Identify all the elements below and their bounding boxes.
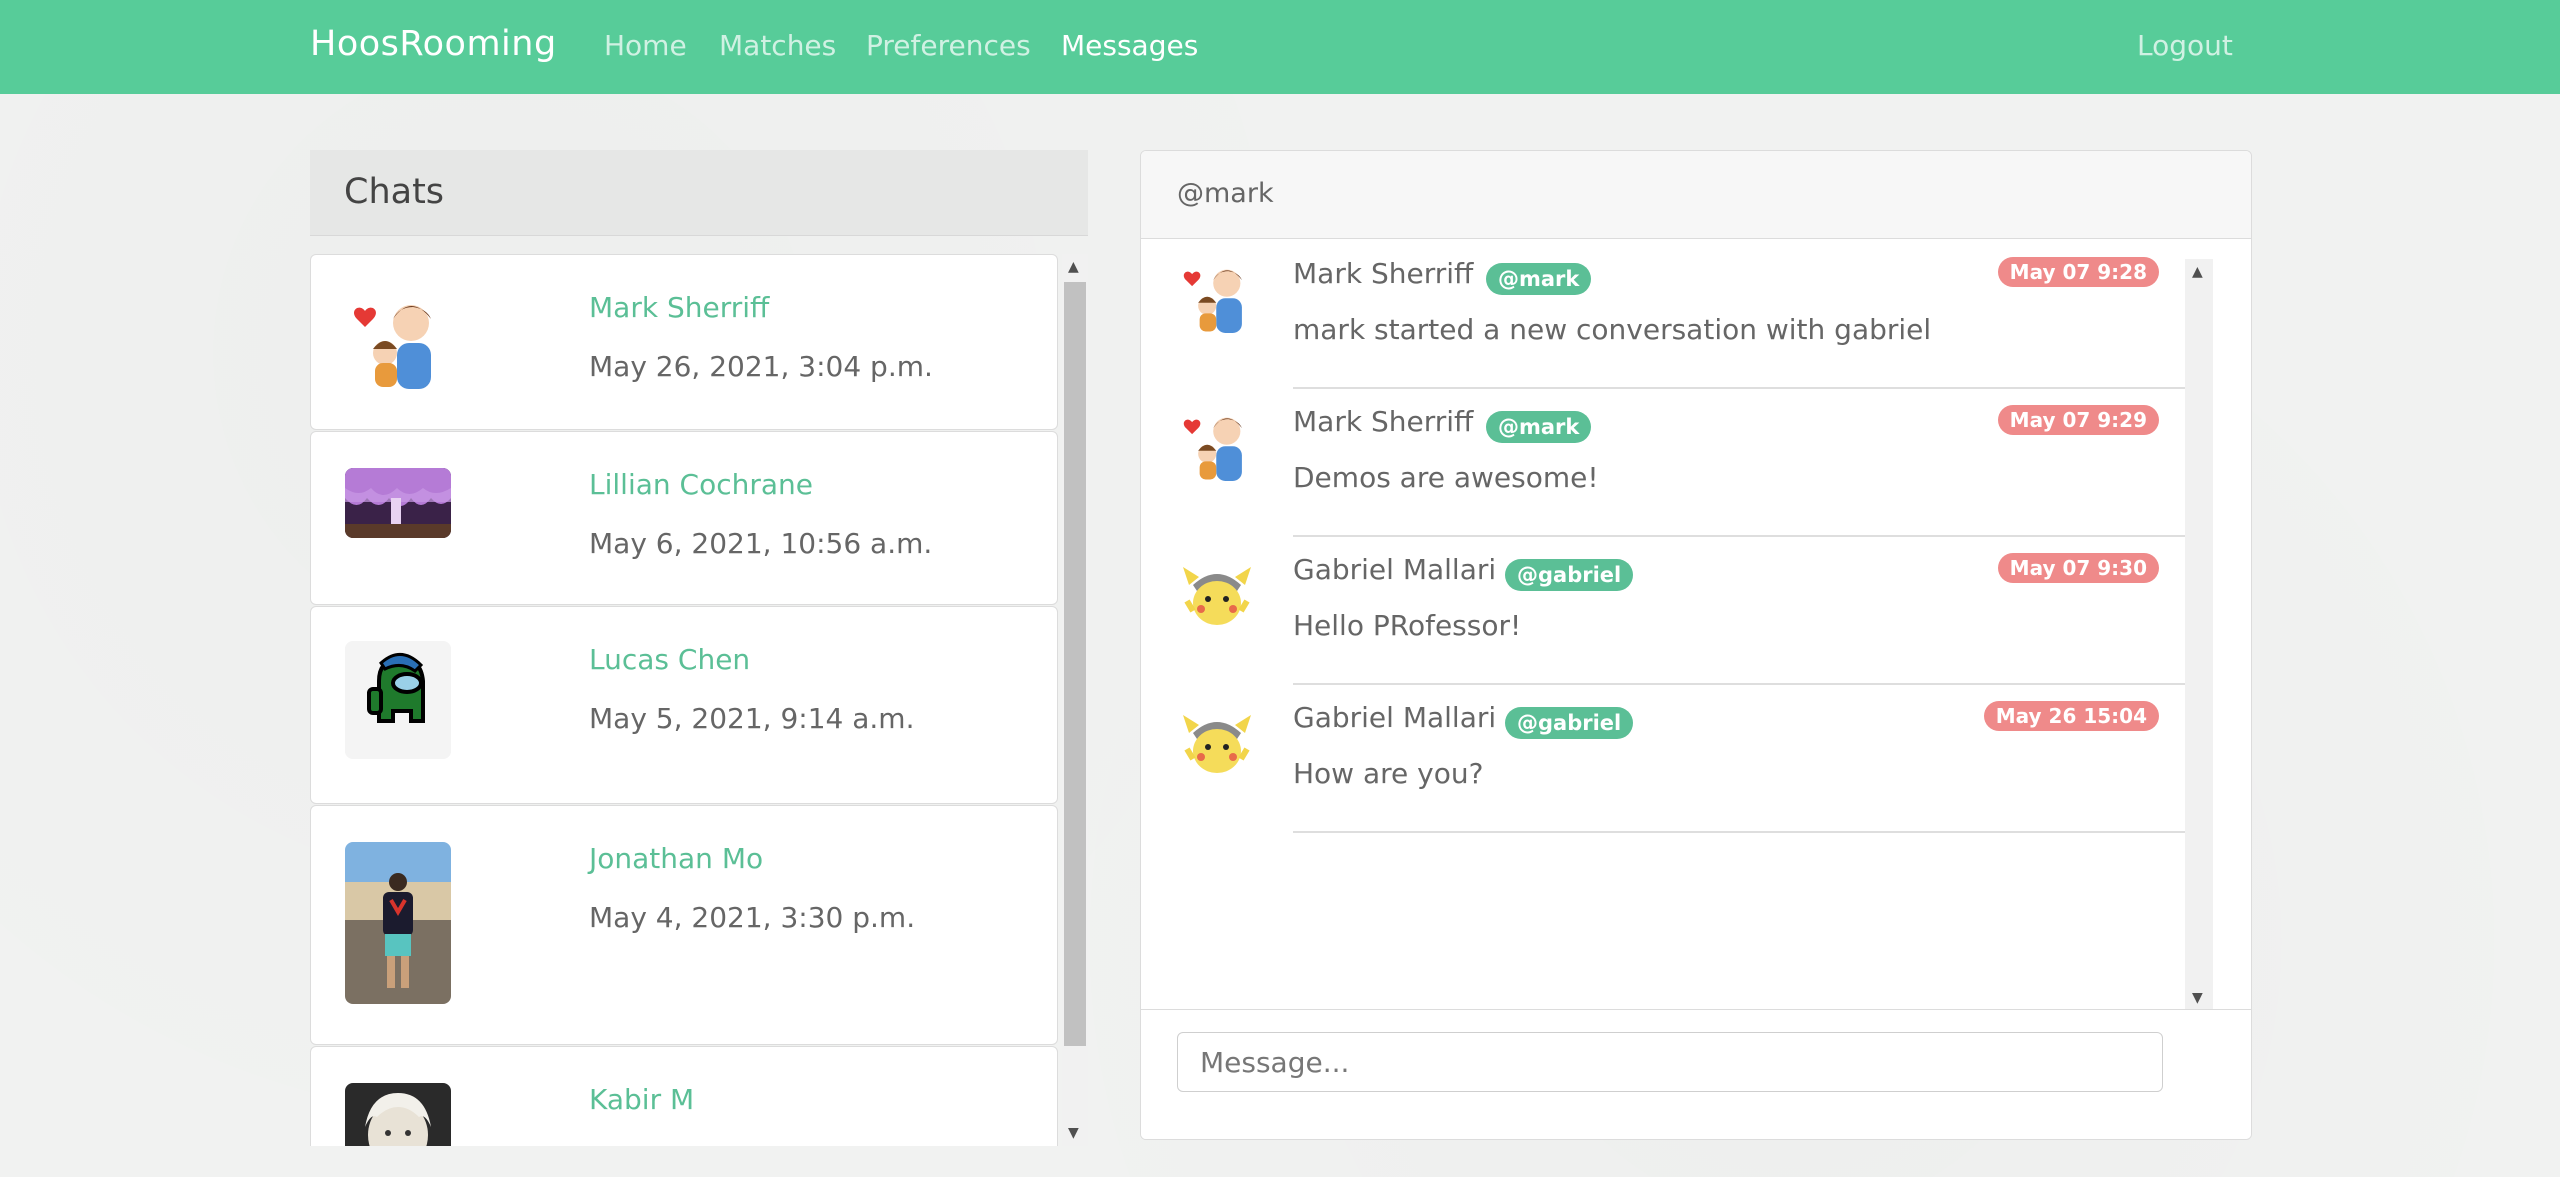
chat-item-jonathan[interactable]: Jonathan Mo May 4, 2021, 3:30 p.m. — [310, 805, 1058, 1045]
chat-date: May 4, 2021, 3:30 p.m. — [589, 901, 916, 934]
message-text: Demos are awesome! — [1293, 461, 1599, 494]
chat-list-scrollbar[interactable]: ▲ ▼ — [1062, 254, 1088, 1146]
message-item: Gabriel Mallari @gabriel May 26 15:04 Ho… — [1141, 685, 2185, 833]
message-item: Gabriel Mallari @gabriel May 07 9:30 Hel… — [1141, 537, 2185, 685]
nav-matches[interactable]: Matches — [719, 29, 836, 62]
sender-name: Gabriel Mallari — [1293, 701, 1497, 734]
scroll-up-arrow-icon[interactable]: ▲ — [1068, 260, 1079, 274]
person-photo — [345, 842, 451, 1004]
message-text: mark started a new conversation with gab… — [1293, 313, 1932, 346]
cartoon-dad-icon — [1177, 259, 1257, 339]
sender-name: Gabriel Mallari — [1293, 553, 1497, 586]
message-text: How are you? — [1293, 757, 1484, 790]
sender-name: Mark Sherriff — [1293, 405, 1474, 438]
chat-name: Jonathan Mo — [589, 842, 764, 875]
brand-logo[interactable]: HoosRooming — [310, 24, 557, 64]
message-time-badge: May 07 9:29 — [1997, 405, 2159, 435]
among-us-icon — [345, 641, 451, 759]
chat-list: Mark Sherriff May 26, 2021, 3:04 p.m. Li… — [310, 254, 1088, 1146]
message-time-badge: May 07 9:28 — [1997, 257, 2159, 287]
chat-item-lucas[interactable]: Lucas Chen May 5, 2021, 9:14 a.m. — [310, 606, 1058, 804]
chat-name: Lillian Cochrane — [589, 468, 813, 501]
chats-title: Chats — [344, 172, 445, 212]
nav-home[interactable]: Home — [604, 29, 687, 62]
message-divider — [1293, 831, 2185, 833]
scroll-up-arrow-icon[interactable]: ▲ — [2192, 265, 2203, 279]
message-item: Mark Sherriff @mark May 07 9:29 Demos ar… — [1141, 389, 2185, 537]
message-time-badge: May 26 15:04 — [1983, 701, 2159, 731]
sender-name: Mark Sherriff — [1293, 257, 1474, 290]
wisteria-photo — [345, 468, 451, 538]
chat-date: May 26, 2021, 3:04 p.m. — [589, 350, 933, 383]
sender-handle-badge: @mark — [1486, 411, 1592, 443]
chat-item-kabir[interactable]: Kabir M — [310, 1046, 1058, 1146]
scroll-down-arrow-icon[interactable]: ▼ — [1068, 1126, 1079, 1140]
scroll-thumb[interactable] — [1064, 282, 1086, 1046]
portrait-photo — [345, 1083, 451, 1146]
pikachu-icon — [1177, 555, 1257, 635]
cartoon-dad-icon — [1177, 407, 1257, 487]
message-item: Mark Sherriff @mark May 07 9:28 mark sta… — [1141, 241, 2185, 389]
conversation-panel: @mark Mark Sherriff @mark May 07 9:28 ma… — [1140, 150, 2252, 1140]
message-list-scrollbar[interactable]: ▲ ▼ — [2185, 259, 2213, 1011]
nav-messages[interactable]: Messages — [1061, 29, 1198, 62]
top-navbar: HoosRooming Home Matches Preferences Mes… — [0, 0, 2560, 94]
pikachu-icon — [1177, 703, 1257, 783]
sender-handle-badge: @mark — [1486, 263, 1592, 295]
chat-item-lillian[interactable]: Lillian Cochrane May 6, 2021, 10:56 a.m. — [310, 431, 1058, 605]
chat-name: Kabir M — [589, 1083, 695, 1116]
chat-item-mark[interactable]: Mark Sherriff May 26, 2021, 3:04 p.m. — [310, 254, 1058, 430]
sender-handle-badge: @gabriel — [1505, 559, 1634, 591]
message-input[interactable] — [1177, 1032, 2163, 1092]
chat-date: May 5, 2021, 9:14 a.m. — [589, 702, 915, 735]
sender-handle-badge: @gabriel — [1505, 707, 1634, 739]
conversation-title: @mark — [1177, 178, 1274, 209]
message-time-badge: May 07 9:30 — [1997, 553, 2159, 583]
message-composer — [1141, 1009, 2251, 1139]
message-text: Hello PRofessor! — [1293, 609, 1522, 642]
conversation-header: @mark — [1141, 151, 2251, 239]
nav-preferences[interactable]: Preferences — [866, 29, 1031, 62]
chat-name: Lucas Chen — [589, 643, 751, 676]
logout-link[interactable]: Logout — [2137, 29, 2233, 62]
chat-date: May 6, 2021, 10:56 a.m. — [589, 527, 933, 560]
chat-name: Mark Sherriff — [589, 291, 770, 324]
chats-header: Chats — [310, 150, 1088, 236]
scroll-down-arrow-icon[interactable]: ▼ — [2192, 991, 2203, 1005]
cartoon-dad-icon — [345, 291, 451, 397]
